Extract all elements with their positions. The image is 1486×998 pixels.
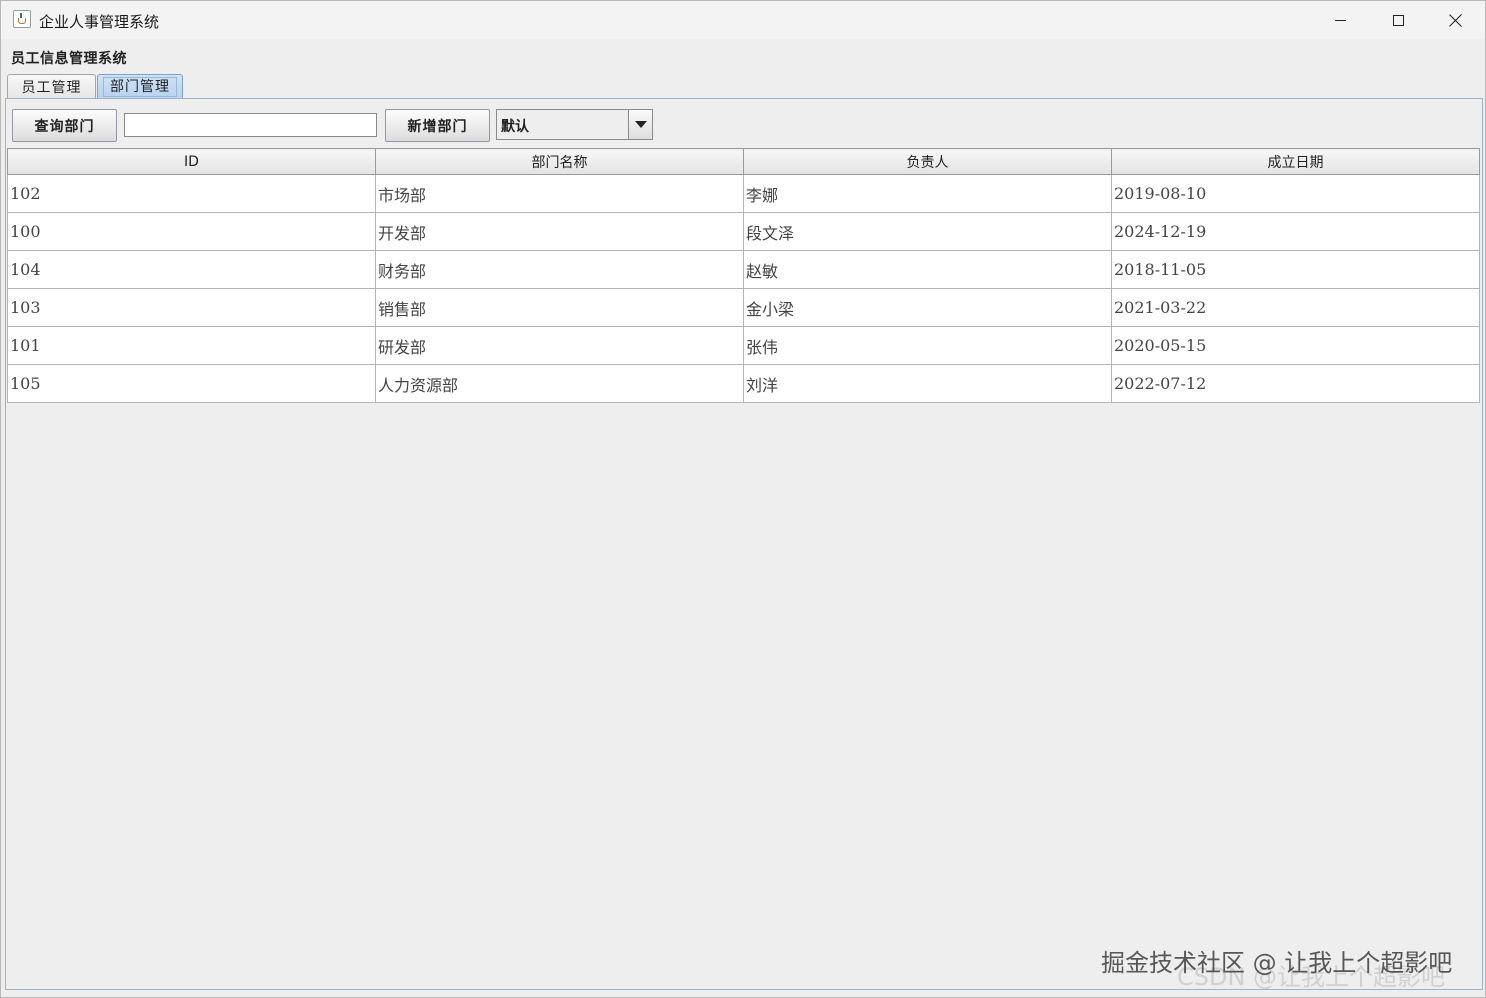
column-header-id[interactable]: ID [7, 148, 376, 175]
department-table: ID 部门名称 负责人 成立日期 102 市场部 李娜 2019-08-10 1… [7, 148, 1480, 403]
sort-select-value: 默认 [501, 119, 529, 135]
table-row[interactable]: 100 开发部 段文泽 2024-12-19 [7, 212, 1480, 251]
table-row[interactable]: 104 财务部 赵敏 2018-11-05 [7, 250, 1480, 289]
cell-manager[interactable]: 金小梁 [743, 288, 1112, 327]
cell-date[interactable]: 2024-12-19 [1111, 212, 1480, 251]
cell-name[interactable]: 销售部 [375, 288, 744, 327]
tab-label: 员工管理 [21, 79, 82, 96]
app-window: 企业人事管理系统 员工信息管理系统 员工管理 部门管理 查询部门 新增部门 默认… [0, 0, 1486, 998]
table-header-row: ID 部门名称 负责人 成立日期 [7, 148, 1480, 175]
query-department-button[interactable]: 查询部门 [12, 109, 117, 142]
column-header-name[interactable]: 部门名称 [375, 148, 744, 175]
cell-id[interactable]: 104 [7, 250, 376, 289]
close-icon [1449, 13, 1463, 27]
table-row[interactable]: 103 销售部 金小梁 2021-03-22 [7, 288, 1480, 327]
title-bar[interactable]: 企业人事管理系统 [1, 1, 1485, 39]
table-row[interactable]: 101 研发部 张伟 2020-05-15 [7, 326, 1480, 365]
cell-id[interactable]: 101 [7, 326, 376, 365]
maximize-button[interactable] [1369, 1, 1427, 39]
sort-select[interactable]: 默认 [496, 109, 653, 140]
cell-id[interactable]: 100 [7, 212, 376, 251]
minimize-icon [1334, 19, 1346, 21]
cell-date[interactable]: 2019-08-10 [1111, 174, 1480, 213]
cell-manager[interactable]: 李娜 [743, 174, 1112, 213]
cell-id[interactable]: 102 [7, 174, 376, 213]
java-app-icon [13, 10, 31, 28]
tab-employee-management[interactable]: 员工管理 [7, 74, 96, 98]
cell-manager[interactable]: 刘洋 [743, 364, 1112, 403]
table-row[interactable]: 105 人力资源部 刘洋 2022-07-12 [7, 364, 1480, 403]
minimize-button[interactable] [1311, 1, 1369, 39]
cell-manager[interactable]: 张伟 [743, 326, 1112, 365]
button-label: 新增部门 [407, 118, 468, 135]
cell-date[interactable]: 2022-07-12 [1111, 364, 1480, 403]
cell-manager[interactable]: 段文泽 [743, 212, 1112, 251]
add-department-button[interactable]: 新增部门 [385, 109, 490, 142]
cell-name[interactable]: 人力资源部 [375, 364, 744, 403]
search-input[interactable] [124, 113, 377, 137]
cell-id[interactable]: 103 [7, 288, 376, 327]
cell-name[interactable]: 研发部 [375, 326, 744, 365]
cell-name[interactable]: 开发部 [375, 212, 744, 251]
close-button[interactable] [1427, 1, 1485, 39]
button-label: 查询部门 [34, 118, 95, 135]
cell-name[interactable]: 市场部 [375, 174, 744, 213]
app-header-label: 员工信息管理系统 [11, 51, 127, 67]
maximize-icon [1392, 14, 1404, 26]
window-title: 企业人事管理系统 [39, 13, 160, 31]
cell-name[interactable]: 财务部 [375, 250, 744, 289]
dropdown-arrow-button[interactable] [628, 110, 652, 139]
cell-id[interactable]: 105 [7, 364, 376, 403]
column-header-date[interactable]: 成立日期 [1111, 148, 1480, 175]
column-header-manager[interactable]: 负责人 [743, 148, 1112, 175]
chevron-down-icon [634, 121, 647, 128]
cell-date[interactable]: 2020-05-15 [1111, 326, 1480, 365]
tab-label: 部门管理 [103, 76, 177, 97]
cell-manager[interactable]: 赵敏 [743, 250, 1112, 289]
table-row[interactable]: 102 市场部 李娜 2019-08-10 [7, 174, 1480, 213]
tab-department-management[interactable]: 部门管理 [97, 74, 183, 98]
cell-date[interactable]: 2021-03-22 [1111, 288, 1480, 327]
cell-date[interactable]: 2018-11-05 [1111, 250, 1480, 289]
juejin-watermark: 掘金技术社区 @ 让我上个超影吧 [1101, 949, 1453, 977]
